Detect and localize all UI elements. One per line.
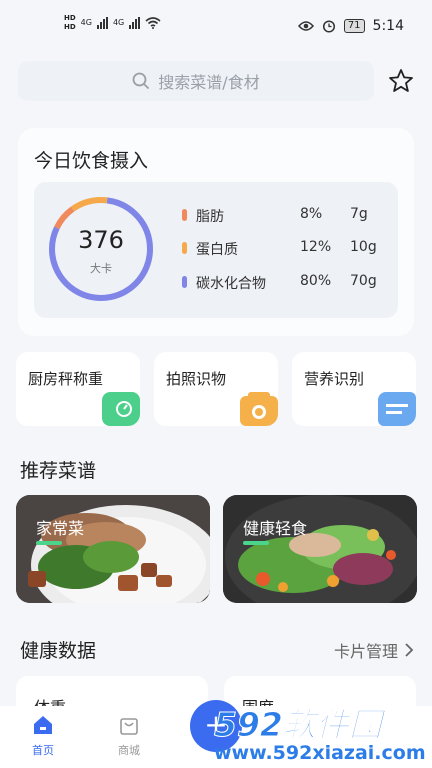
nutrient-grams: 70g [350,273,377,289]
calorie-unit: 大卡 [90,262,112,275]
nutrition-recognition-button[interactable]: 营养识别 [292,352,416,426]
hd-label: HD [64,23,76,31]
search-icon [132,72,150,90]
battery-icon: 71 [343,19,365,33]
nutrient-grams: 10g [350,239,377,255]
eye-icon [297,21,314,31]
intake-summary: 376 大卡 脂肪 8% 7g 蛋白质 12% 10g 碳水化合物 80% 70… [34,182,398,318]
tab-mall[interactable]: 商城 [99,714,159,758]
nutrient-name: 脂肪 [196,209,224,225]
recipe-photo [223,495,417,603]
recipe-label: 家常菜 [36,519,85,538]
recipe-photo [16,495,210,603]
network-label: 4G [80,18,92,27]
watermark-logo: 592软件园 [214,705,383,745]
signal-icon [129,16,141,29]
recipe-card-home-cooking[interactable]: 家常菜 [16,495,210,603]
scale-icon [102,392,140,426]
nutrient-grams: 7g [350,206,368,222]
search-input[interactable]: 搜索菜谱/食材 [18,61,374,101]
intake-title: 今日饮食摄入 [34,150,149,172]
function-label: 厨房秤称重 [28,370,104,388]
recipe-accent-bar [243,541,269,545]
recipe-card-healthy-light[interactable]: 健康轻食 [223,495,417,603]
function-label: 营养识别 [304,370,365,388]
protein-color-dot [182,242,187,254]
watermark: 592软件园 www.592xiazai.com [214,698,426,765]
health-section-title: 健康数据 [20,640,97,662]
kitchen-scale-button[interactable]: 厨房秤称重 [16,352,140,426]
chevron-right-icon [405,643,414,657]
nutrient-row-fat: 脂肪 8% 7g [182,206,382,226]
camera-icon [240,392,278,426]
wifi-icon [145,16,161,29]
search-placeholder: 搜索菜谱/食材 [158,73,260,92]
network-label: 4G [112,18,125,27]
nutrient-percent: 12% [300,239,332,255]
tab-label: 商城 [118,744,140,757]
favorite-star-icon[interactable] [388,68,414,94]
function-label: 拍照识物 [166,370,227,388]
tab-home[interactable]: 首页 [13,714,73,758]
nutrient-row-carbs: 碳水化合物 80% 70g [182,273,382,293]
nutrient-row-protein: 蛋白质 12% 10g [182,239,382,259]
carbs-color-dot [182,276,187,288]
calorie-value: 376 [78,226,124,254]
status-bar: HD HD 4G 4G 71 5:14 [0,0,432,52]
photo-recognition-button[interactable]: 拍照识物 [154,352,278,426]
watermark-url: www.592xiazai.com [214,742,426,764]
hd-label: HD [64,14,76,22]
alarm-icon [322,20,335,33]
nutrient-name: 蛋白质 [196,242,238,258]
nutrient-percent: 8% [300,206,323,222]
nutrient-name: 碳水化合物 [196,276,266,292]
home-icon [34,716,52,734]
card-manage-link[interactable]: 卡片管理 [334,638,414,662]
card-manage-label: 卡片管理 [333,642,398,661]
daily-intake-card[interactable]: 今日饮食摄入 376 大卡 脂肪 8% 7g 蛋白质 12% 10g 碳水化合物… [18,128,414,336]
shopping-bag-icon [120,718,138,735]
signal-indicators: HD HD 4G 4G [64,14,161,31]
signal-icon [96,16,108,29]
recipe-label: 健康轻食 [243,519,308,538]
clock: 5:14 [372,18,404,34]
nutrient-percent: 80% [300,273,332,289]
fat-color-dot [182,209,187,221]
document-icon [378,392,416,426]
recipes-section-title: 推荐菜谱 [20,460,97,482]
tab-label: 首页 [32,744,54,757]
recipe-accent-bar [36,541,62,545]
